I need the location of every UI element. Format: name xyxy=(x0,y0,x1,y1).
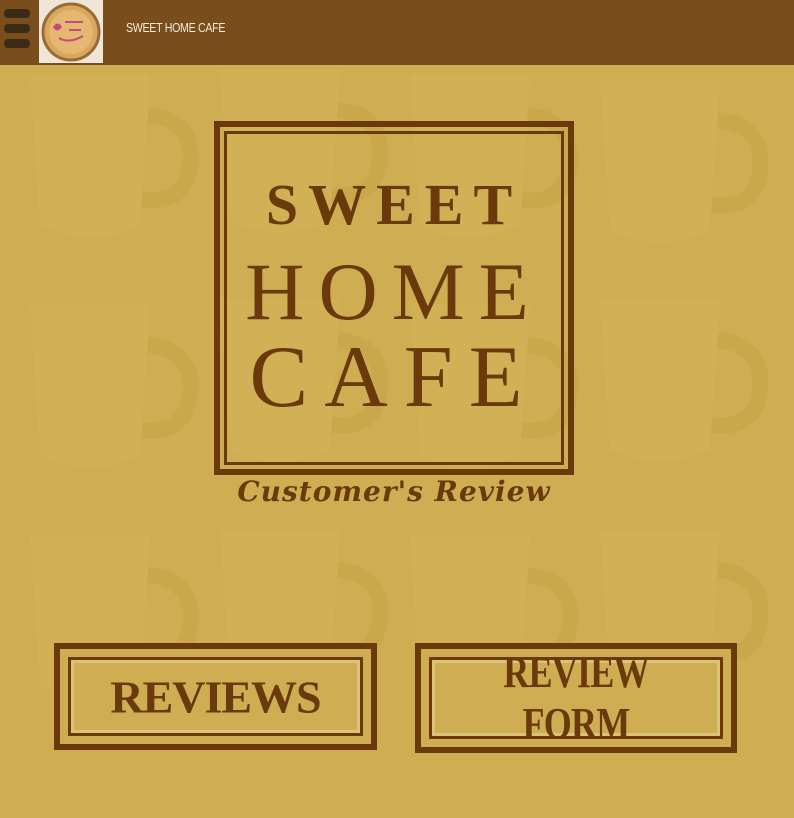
brand-logo-frame: SWEET HOME CAFE xyxy=(214,121,574,475)
reviews-button-label: REVIEWS xyxy=(110,671,321,722)
customers-review-subtitle: Customer's Review xyxy=(237,475,551,508)
review-form-button[interactable]: REVIEW FORM xyxy=(415,643,737,753)
menu-bar-1 xyxy=(4,9,30,18)
menu-bar-2 xyxy=(4,24,30,33)
brand-line-sweet: SWEET xyxy=(265,172,523,237)
reviews-button[interactable]: REVIEWS xyxy=(54,643,377,750)
brand-line-cafe: CAFE xyxy=(249,329,539,426)
cafe-logo-icon xyxy=(41,2,101,62)
hamburger-menu-button[interactable] xyxy=(2,6,34,50)
menu-bar-3 xyxy=(4,39,30,48)
cafe-logo[interactable] xyxy=(39,0,103,63)
app-title: SWEET HOME CAFE xyxy=(126,20,226,35)
brand-line-home: HOME xyxy=(245,246,543,337)
app-bar: SWEET HOME CAFE xyxy=(0,0,794,65)
review-form-button-label: REVIEW FORM xyxy=(503,648,649,748)
